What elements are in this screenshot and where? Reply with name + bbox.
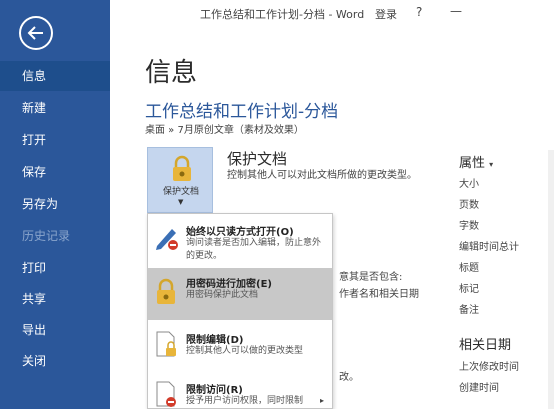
protect-document-button[interactable]: 保护文档 ▼ bbox=[147, 147, 213, 213]
document-lock-icon bbox=[156, 331, 176, 357]
property-label: 编辑时间总计 bbox=[459, 242, 519, 253]
properties-heading[interactable]: 属性 ▾ bbox=[459, 152, 493, 171]
nav-item-export[interactable]: 导出 bbox=[0, 315, 110, 345]
title-bar: 工作总结和工作计划-分档 - Word 登录 ? — bbox=[110, 0, 554, 26]
property-label: 大小 bbox=[459, 179, 479, 190]
protect-document-label: 保护文档 bbox=[162, 187, 199, 197]
property-label: 字数 bbox=[459, 221, 479, 232]
properties-heading-label: 属性 bbox=[459, 156, 486, 171]
nav-item-close[interactable]: 关闭 bbox=[0, 346, 110, 376]
nav-item-save[interactable]: 保存 bbox=[0, 157, 110, 187]
inspect-text-fragment: 意其是否包含: bbox=[339, 272, 403, 283]
property-label: 标题 bbox=[459, 263, 479, 274]
page-title: 信息 bbox=[145, 58, 198, 88]
pencil-no-icon bbox=[156, 229, 178, 250]
window-title: 工作总结和工作计划-分档 - Word bbox=[200, 8, 365, 21]
menu-item-restrict-access[interactable]: 限制访问(R) 授予用户访问权限，同时限制 ▸ bbox=[148, 376, 332, 408]
login-link[interactable]: 登录 bbox=[375, 6, 397, 22]
protect-document-menu: 始终以只读方式打开(O) 询问读者是否加入编辑，防止意外的更改。 用密码进行加密… bbox=[147, 213, 333, 409]
lock-key-icon bbox=[157, 278, 175, 304]
protect-section-description: 控制其他人可以对此文档所做的更改类型。 bbox=[227, 170, 417, 181]
lock-key-icon bbox=[173, 155, 191, 181]
back-button[interactable] bbox=[19, 16, 53, 50]
menu-item-description: 用密码保护此文档 bbox=[186, 290, 259, 300]
menu-item-restrict-editing[interactable]: 限制编辑(D) 控制其他人可以做的更改类型 bbox=[148, 322, 332, 374]
menu-item-title: 限制编辑(D) bbox=[186, 335, 244, 346]
backstage-nav: 信息 新建 打开 保存 另存为 历史记录 打印 共享 导出 关闭 bbox=[0, 0, 110, 409]
menu-item-title: 用密码进行加密(E) bbox=[186, 279, 272, 290]
minimize-icon[interactable]: — bbox=[450, 4, 462, 18]
chevron-down-icon: ▾ bbox=[489, 160, 494, 169]
property-label: 备注 bbox=[459, 305, 479, 316]
nav-item-new[interactable]: 新建 bbox=[0, 93, 110, 123]
property-label: 标记 bbox=[459, 284, 479, 295]
nav-item-info[interactable]: 信息 bbox=[0, 61, 110, 91]
scrollbar[interactable] bbox=[548, 150, 554, 409]
versions-text-fragment: 改。 bbox=[339, 372, 359, 383]
breadcrumb[interactable]: 桌面 » 7月原创文章（素材及效果） bbox=[145, 121, 304, 136]
document-title: 工作总结和工作计划-分档 bbox=[145, 102, 339, 122]
menu-item-read-only[interactable]: 始终以只读方式打开(O) 询问读者是否加入编辑，防止意外的更改。 bbox=[148, 214, 332, 266]
menu-item-description: 控制其他人可以做的更改类型 bbox=[186, 346, 304, 356]
restrict-access-icon bbox=[156, 381, 176, 407]
inspect-text-fragment: 作者名和相关日期 bbox=[339, 289, 419, 300]
related-dates-heading: 相关日期 bbox=[459, 338, 512, 353]
nav-item-history: 历史记录 bbox=[22, 229, 71, 243]
menu-item-encrypt-password[interactable]: 用密码进行加密(E) 用密码保护此文档 bbox=[148, 268, 332, 320]
related-date-label: 上次修改时间 bbox=[459, 362, 519, 373]
property-label: 页数 bbox=[459, 200, 479, 211]
nav-item-open[interactable]: 打开 bbox=[0, 125, 110, 155]
back-arrow-icon bbox=[27, 26, 43, 40]
nav-item-save-as[interactable]: 另存为 bbox=[0, 189, 110, 219]
menu-item-description: 授予用户访问权限，同时限制 bbox=[186, 396, 304, 406]
chevron-right-icon: ▸ bbox=[320, 396, 325, 405]
protect-section-heading: 保护文档 bbox=[227, 150, 288, 168]
help-icon[interactable]: ? bbox=[416, 5, 422, 19]
menu-item-title: 始终以只读方式打开(O) bbox=[186, 227, 294, 238]
related-date-label: 创建时间 bbox=[459, 383, 499, 394]
nav-item-share[interactable]: 共享 bbox=[0, 284, 110, 314]
menu-item-title: 限制访问(R) bbox=[186, 385, 243, 396]
menu-item-description: 询问读者是否加入编辑，防止意外的更改。 bbox=[186, 238, 322, 261]
nav-item-print[interactable]: 打印 bbox=[0, 253, 110, 283]
chevron-down-icon: ▼ bbox=[178, 198, 184, 206]
